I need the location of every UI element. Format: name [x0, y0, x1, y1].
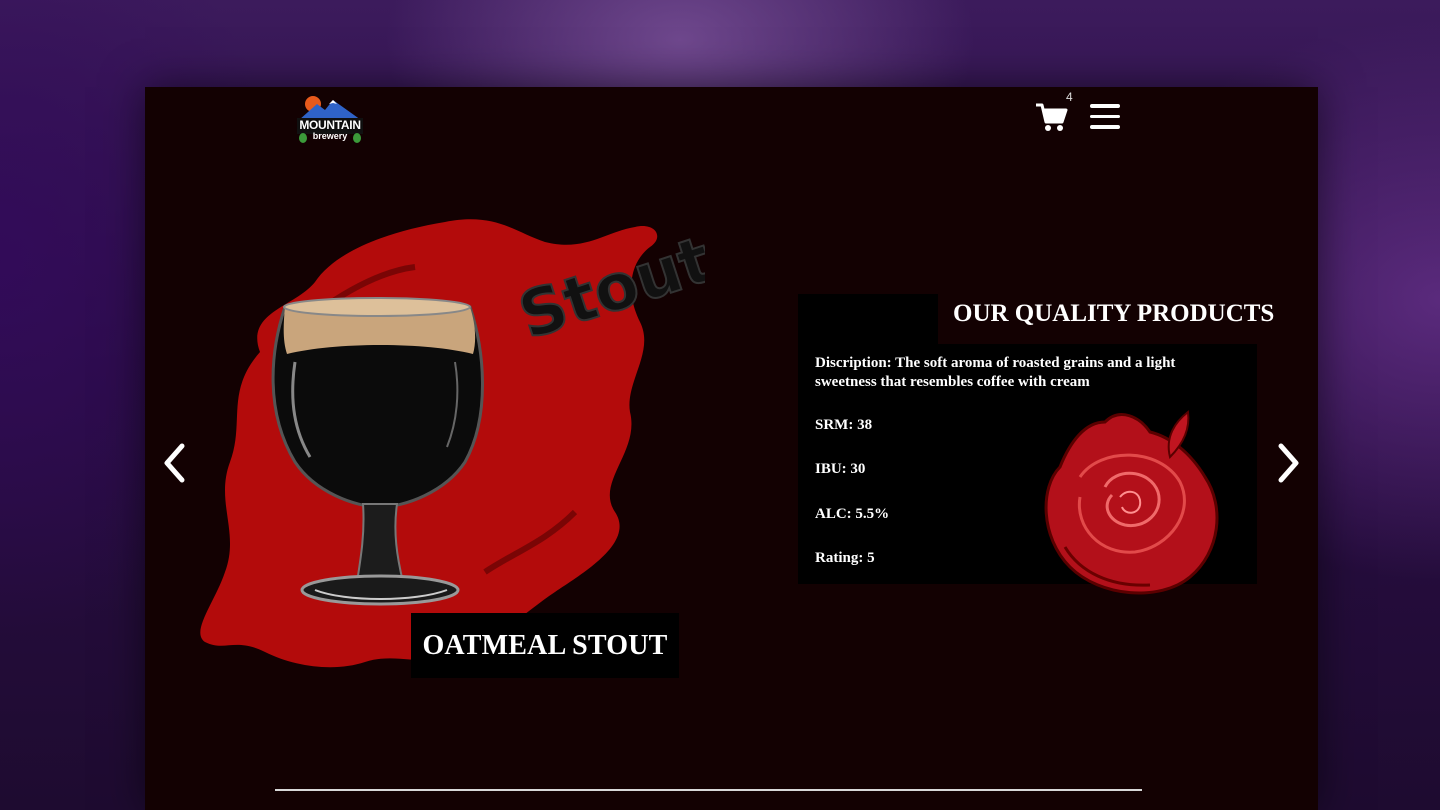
- beer-hero-illustration: Stout: [185, 212, 722, 682]
- next-slide-button[interactable]: [1273, 442, 1303, 484]
- menu-bar: [1090, 114, 1120, 118]
- menu-bar: [1090, 104, 1120, 108]
- product-description: Discription: The soft aroma of roasted g…: [815, 355, 1176, 390]
- stout-glass-image: Stout: [200, 219, 722, 668]
- cart-count-badge: 4: [1066, 90, 1073, 104]
- rose-image: [1020, 397, 1230, 607]
- cart-button[interactable]: [1035, 101, 1069, 133]
- alc-value: ALC: 5.5%: [815, 506, 890, 522]
- footer-divider: [275, 789, 1142, 791]
- menu-bar: [1090, 125, 1120, 129]
- chevron-right-icon: [1278, 443, 1299, 483]
- cart-icon: [1036, 103, 1068, 131]
- section-title: OUR QUALITY PRODUCTS: [953, 300, 1275, 327]
- logo-title: MOUNTAIN: [299, 118, 361, 132]
- beer-name-label: OATMEAL STOUT: [411, 613, 679, 678]
- page-container: MOUNTAIN brewery 4 Stout OATMEAL STOUT O…: [145, 87, 1318, 810]
- rose-icon: [1044, 410, 1219, 595]
- hamburger-menu-icon[interactable]: [1090, 104, 1120, 130]
- srm-value: SRM: 38: [815, 417, 873, 433]
- rating-value: Rating: 5: [815, 550, 875, 566]
- logo-subtitle: brewery: [312, 131, 348, 141]
- brand-logo[interactable]: MOUNTAIN brewery: [295, 94, 365, 146]
- ibu-value: IBU: 30: [815, 461, 866, 477]
- info-panel-tab: [798, 294, 938, 344]
